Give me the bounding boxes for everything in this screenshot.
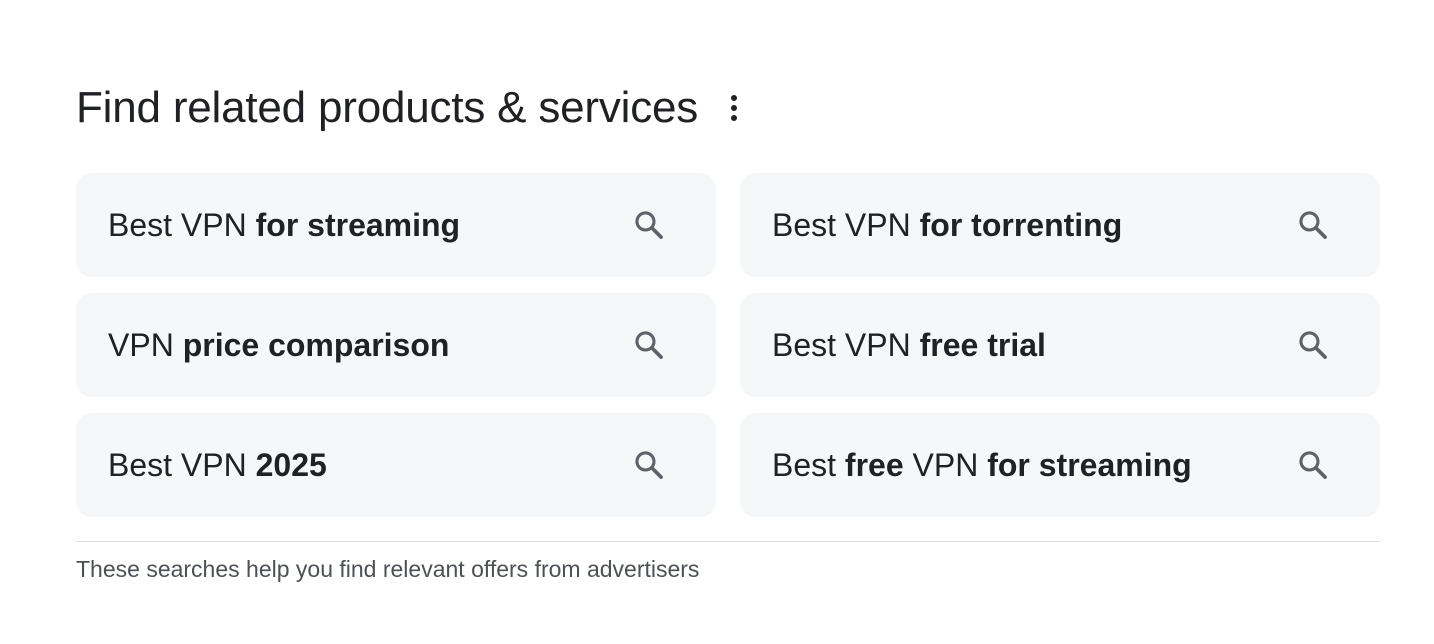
more-options-button[interactable] [720, 88, 748, 128]
search-icon [1296, 208, 1330, 242]
related-search-label: Best VPN free trial [772, 327, 1046, 364]
advertiser-disclaimer: These searches help you find relevant of… [76, 556, 700, 582]
related-search-chip[interactable]: Best VPN 2025 [76, 413, 716, 517]
related-search-label: Best VPN 2025 [108, 447, 327, 484]
section-header: Find related products & services [76, 80, 748, 136]
more-vert-icon-dot [731, 95, 738, 101]
query-segment: Best VPN [108, 206, 256, 243]
search-icon [632, 448, 666, 482]
related-searches-grid: Best VPN for streaming Best VPN for torre… [76, 173, 1380, 517]
query-bold-segment: price comparison [182, 326, 450, 363]
query-bold-segment: free trial [919, 326, 1046, 363]
divider [76, 541, 1380, 542]
search-icon [632, 328, 666, 362]
search-icon [1296, 328, 1330, 362]
search-icon [632, 208, 666, 242]
query-bold-segment: for torrenting [919, 206, 1123, 243]
query-bold-segment: for streaming [255, 206, 461, 243]
related-search-label: Best free VPN for streaming [772, 447, 1192, 484]
section-title: Find related products & services [76, 83, 699, 132]
query-bold-segment: 2025 [255, 446, 327, 483]
query-bold-segment: for streaming [987, 446, 1192, 483]
query-segment: VPN [903, 446, 988, 483]
more-vert-icon-dot [731, 115, 738, 121]
related-search-chip[interactable]: Best VPN for streaming [76, 173, 716, 277]
query-segment: Best VPN [772, 326, 920, 363]
query-segment: Best VPN [108, 446, 256, 483]
related-search-chip[interactable]: Best VPN for torrenting [740, 173, 1380, 277]
query-bold-segment: free [844, 446, 904, 483]
related-search-label: Best VPN for torrenting [772, 207, 1122, 244]
related-search-chip[interactable]: Best VPN free trial [740, 293, 1380, 397]
query-segment: VPN [108, 326, 183, 363]
more-vert-icon-dot [731, 105, 738, 111]
search-icon [1296, 448, 1330, 482]
related-search-label: Best VPN for streaming [108, 207, 460, 244]
related-search-chip[interactable]: VPN price comparison [76, 293, 716, 397]
query-segment: Best [772, 446, 845, 483]
query-segment: Best VPN [772, 206, 920, 243]
related-search-chip[interactable]: Best free VPN for streaming [740, 413, 1380, 517]
related-search-label: VPN price comparison [108, 327, 449, 364]
